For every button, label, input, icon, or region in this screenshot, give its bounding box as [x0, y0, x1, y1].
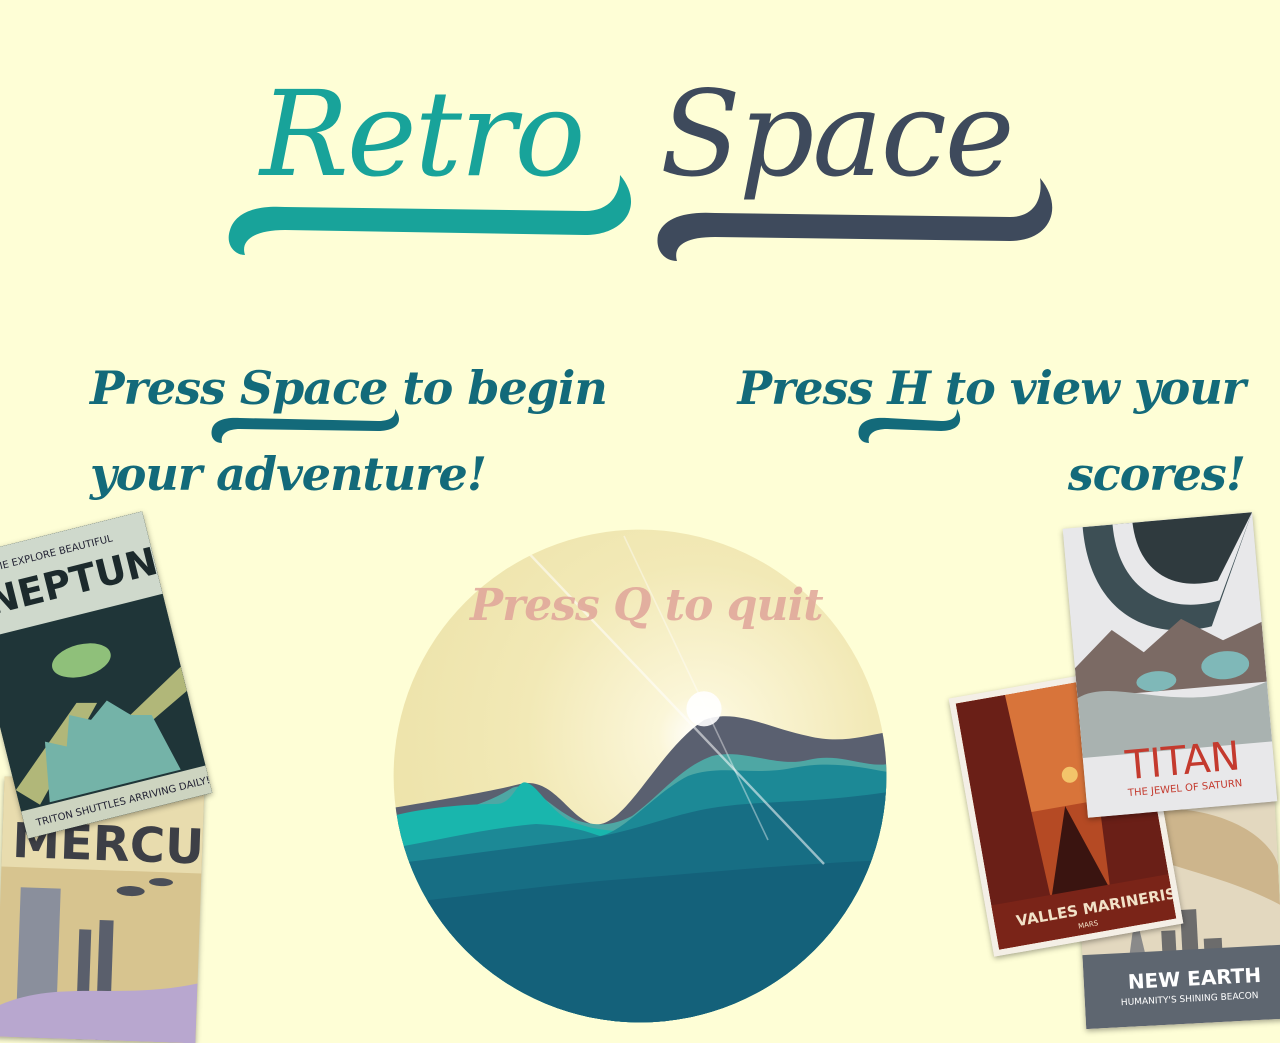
poster-neptune: COME EXPLORE BEAUTIFUL NEPTUNE TRITON SH… [0, 511, 213, 839]
scores-instruction: Press H to view your scores! [725, 345, 1246, 517]
start-rest-line1: to begin [402, 361, 607, 415]
start-key-swash [211, 409, 399, 443]
scores-line2: scores! [1067, 447, 1246, 501]
start-instruction: Press Space to begin your adventure! [90, 345, 650, 517]
poster-titan: TITAN THE JEWEL OF SATURN [1062, 512, 1278, 818]
scores-rest-line1: to view your [944, 361, 1246, 415]
start-press-word: Press [90, 361, 226, 415]
scores-key-swash [858, 409, 961, 443]
title-swash-teal [228, 175, 632, 255]
scores-key: H [858, 345, 961, 443]
game-title-logo: Retro Space [0, 55, 1280, 275]
title-swash-slate [657, 178, 1053, 261]
quit-instruction: Press Q to quit [470, 580, 824, 631]
start-key: Space [211, 345, 399, 443]
start-key-label: Space [239, 361, 388, 415]
scores-key-label: H [887, 361, 930, 415]
start-line2: your adventure! [90, 447, 487, 501]
scores-press-word: Press [737, 361, 873, 415]
